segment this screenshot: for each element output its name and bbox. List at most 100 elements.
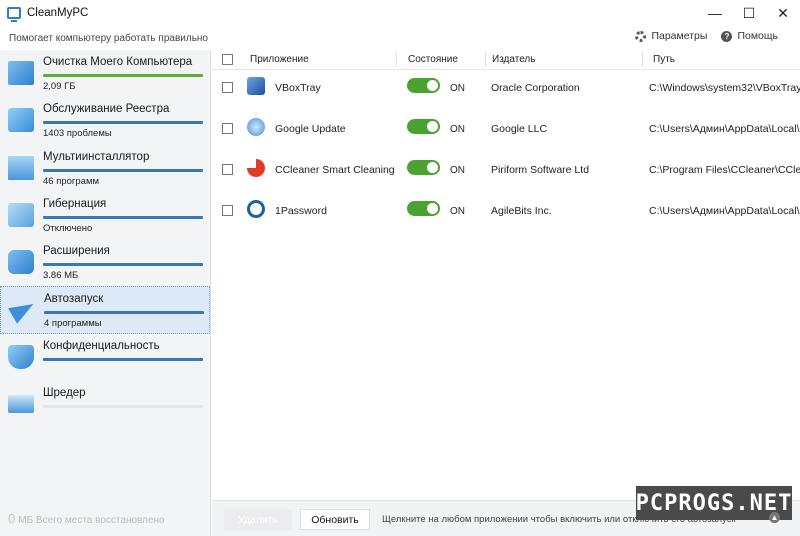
sidebar-item-label: Обслуживание Реестра [43,103,170,116]
sidebar-item-status: Отключено [43,222,93,234]
help-link[interactable]: ? Помощь [721,30,778,42]
app-path: C:\Users\Админ\AppData\Local\... [649,205,800,217]
autorun-toggle[interactable] [407,119,440,134]
sidebar-item-shredder[interactable]: Шредер [0,381,210,428]
progress-bar [43,357,203,361]
publisher: Google LLC [491,123,548,135]
app-header: Помогает компьютеру работать правильно П… [0,26,800,50]
table-row[interactable]: 1Password ON AgileBits Inc. C:\Users\Адм… [212,190,800,231]
window-controls: — ☐ ✕ [698,0,800,26]
shield-icon [8,344,34,369]
progress-bar [43,215,203,219]
sidebar-item-label: Мультиинсталлятор [43,150,150,163]
sidebar-item-multiuninstaller[interactable]: Мультиинсталлятор 46 программ [0,145,210,192]
space-recovered: 0 МБ Всего места восстановлено [8,511,165,526]
autorun-toggle[interactable] [407,201,440,216]
sidebar-item-hibernation[interactable]: Гибернация Отключено [0,192,210,239]
sidebar-item-status: 1403 проблемы [43,128,112,140]
sidebar-item-label: Расширения [43,245,110,258]
progress-bar [43,74,203,77]
autorun-toggle[interactable] [407,160,440,175]
progress-bar [43,121,203,125]
app-name: CCleaner Smart Cleaning [275,164,395,176]
sidebar-item-label: Очистка Моего Компьютера [43,56,193,68]
shredder-icon [8,395,34,414]
column-divider[interactable] [642,52,643,67]
publisher: Oracle Corporation [491,82,580,94]
toggle-state: ON [450,83,465,94]
progress-bar [43,263,203,267]
google-update-icon [247,118,265,136]
close-button[interactable]: ✕ [766,0,800,26]
column-header-app[interactable]: Приложение [250,54,309,65]
row-checkbox[interactable] [222,164,233,175]
sidebar-item-label: Конфиденциальность [43,339,160,352]
row-checkbox[interactable] [222,205,233,216]
sidebar: Очистка Моего Компьютера 2,09 ГБ Обслужи… [0,50,211,536]
column-header-state[interactable]: Состояние [408,54,458,65]
app-name: Google Update [275,123,346,135]
column-divider[interactable] [396,52,397,67]
column-divider[interactable] [485,52,486,67]
row-checkbox[interactable] [222,82,233,93]
settings-label: Параметры [651,30,708,42]
registry-cubes-icon [8,108,34,133]
app-subtitle: Помогает компьютеру работать правильно [9,32,208,44]
sidebar-item-registry[interactable]: Обслуживание Реестра 1403 проблемы [0,97,210,144]
settings-link[interactable]: Параметры [635,30,707,42]
sidebar-item-privacy[interactable]: Конфиденциальность [0,334,210,381]
ccleaner-icon [247,159,265,177]
app-name: 1Password [275,205,327,217]
sidebar-item-status: 4 программы [44,318,102,330]
minimize-button[interactable]: — [698,0,732,26]
app-path: C:\Windows\system32\VBoxTray... [649,82,800,94]
column-header-path[interactable]: Путь [653,54,675,65]
title-bar: CleanMyPC — ☐ ✕ [0,0,800,26]
box-icon [8,155,34,180]
table-row[interactable]: Google Update ON Google LLC C:\Users\Адм… [212,108,800,149]
publisher: AgileBits Inc. [491,205,552,217]
gear-icon [635,30,647,42]
maximize-button[interactable]: ☐ [732,0,766,26]
toggle-state: ON [450,124,465,135]
puzzle-icon [8,250,34,275]
monitor-icon [8,61,34,85]
row-checkbox[interactable] [222,123,233,134]
autorun-table: Приложение Состояние Издатель Путь VBoxT… [212,50,800,536]
progress-bar [43,405,203,409]
progress-bar [43,168,203,172]
publisher: Piriform Software Ltd [491,164,590,176]
progress-bar [44,311,204,315]
delete-button[interactable]: Удалить [224,509,292,530]
sidebar-item-label: Автозапуск [44,293,104,306]
paper-plane-icon [9,298,35,322]
column-header-publisher[interactable]: Издатель [492,54,535,65]
window-title: CleanMyPC [27,7,89,19]
sidebar-item-status: 46 программ [43,175,100,187]
table-row[interactable]: CCleaner Smart Cleaning ON Piriform Soft… [212,149,800,190]
help-label: Помощь [737,30,778,42]
refresh-button[interactable]: Обновить [300,509,370,530]
app-path: C:\Program Files\CCleaner\CClea... [649,164,800,176]
help-icon: ? [721,30,733,42]
toggle-state: ON [450,206,465,217]
sidebar-item-extensions[interactable]: Расширения 3.86 МБ [0,239,210,286]
hibernation-monitor-icon [8,202,34,227]
sidebar-item-label: Гибернация [43,197,107,210]
sidebar-item-status: 3.86 МБ [43,270,79,282]
sidebar-item-cleanup[interactable]: Очистка Моего Компьютера 2,09 ГБ [0,50,210,97]
space-recovered-value: 0 [8,511,16,526]
scroll-up-icon[interactable]: ▲ [769,512,780,523]
select-all-checkbox[interactable] [222,54,233,65]
sidebar-item-autorun[interactable]: Автозапуск 4 программы [0,286,210,334]
sidebar-item-label: Шредер [43,387,86,400]
space-recovered-label: МБ Всего места восстановлено [18,515,165,526]
toggle-state: ON [450,165,465,176]
table-row[interactable]: VBoxTray ON Oracle Corporation C:\Window… [212,67,800,108]
autorun-toggle[interactable] [407,78,440,93]
virtualbox-icon [247,77,265,95]
1password-icon [247,200,265,218]
app-name: VBoxTray [275,82,321,94]
app-path: C:\Users\Админ\AppData\Local\... [649,123,800,135]
cleanmypc-icon [7,7,21,22]
